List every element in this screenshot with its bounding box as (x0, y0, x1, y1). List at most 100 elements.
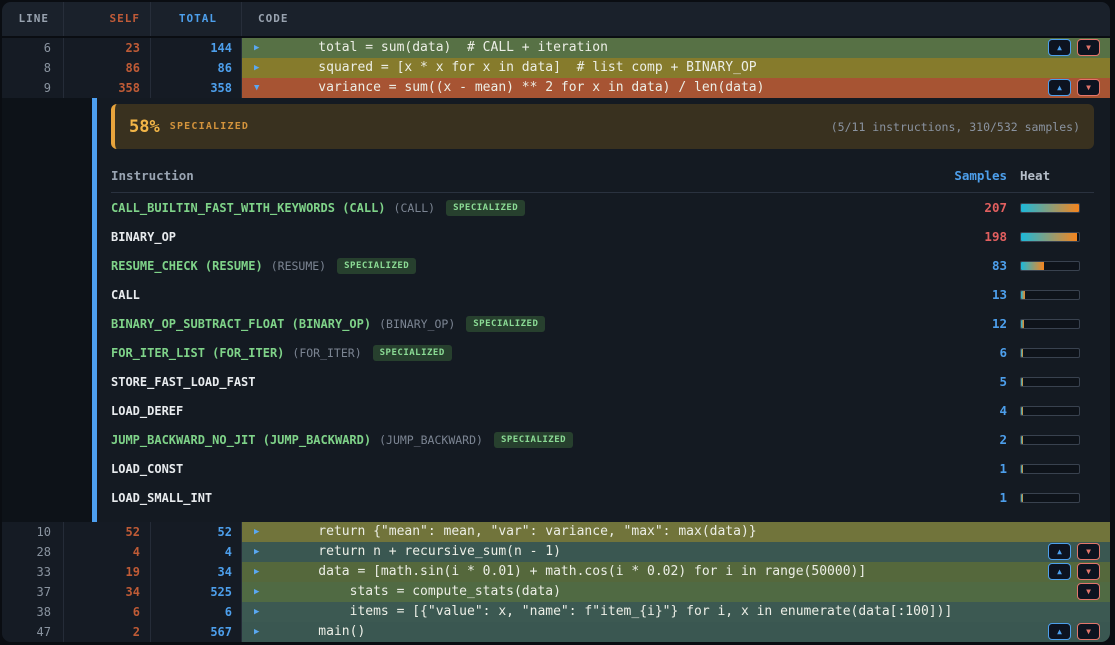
heat-cell (1020, 493, 1094, 503)
header-instruction: Instruction (111, 168, 917, 183)
specialized-badge: SPECIALIZED (494, 432, 573, 448)
samples-count: 12 (917, 316, 1007, 331)
heat-bar (1020, 290, 1080, 300)
instruction-row: LOAD_SMALL_INT1 (111, 483, 1094, 512)
instruction-label: FOR_ITER_LIST (FOR_ITER)(FOR_ITER)SPECIA… (111, 345, 917, 361)
code-cell[interactable]: ▶ stats = compute_stats(data) ▼ (242, 582, 1110, 602)
code-cell[interactable]: ▶ total = sum(data) # CALL + iteration▲▼ (242, 38, 1110, 58)
code-cell[interactable]: ▶ items = [{"value": x, "name": f"item_{… (242, 602, 1110, 622)
samples-count: 83 (917, 258, 1007, 273)
expander-collapsed-icon[interactable]: ▶ (254, 542, 259, 562)
instruction-row: FOR_ITER_LIST (FOR_ITER)(FOR_ITER)SPECIA… (111, 338, 1094, 367)
expander-collapsed-icon[interactable]: ▶ (254, 582, 259, 602)
total-samples: 567 (151, 622, 242, 642)
code-text: stats = compute_stats(data) (287, 582, 561, 602)
total-samples: 86 (151, 58, 242, 78)
expander-collapsed-icon[interactable]: ▶ (254, 602, 259, 622)
heat-cell (1020, 203, 1094, 213)
specialization-summary: 58% SPECIALIZED (5/11 instructions, 310/… (111, 104, 1094, 149)
expanded-line-panel: 58% SPECIALIZED (5/11 instructions, 310/… (2, 98, 1110, 522)
samples-count: 4 (917, 403, 1007, 418)
instruction-label: RESUME_CHECK (RESUME)(RESUME)SPECIALIZED (111, 258, 917, 274)
heat-cell (1020, 232, 1094, 242)
instruction-base-name: (JUMP_BACKWARD) (379, 433, 483, 447)
instruction-name: LOAD_DEREF (111, 404, 183, 418)
instruction-name: BINARY_OP_SUBTRACT_FLOAT (BINARY_OP) (111, 317, 371, 331)
instruction-label: LOAD_DEREF (111, 404, 917, 418)
samples-count: 6 (917, 345, 1007, 360)
line-number: 28 (2, 542, 64, 562)
move-up-button[interactable]: ▲ (1048, 563, 1071, 580)
code-text: squared = [x * x for x in data] # list c… (287, 58, 757, 78)
instruction-name: LOAD_CONST (111, 462, 183, 476)
heat-bar (1020, 377, 1080, 387)
move-down-button[interactable]: ▼ (1077, 543, 1100, 560)
header-samples: Samples (917, 168, 1007, 183)
heat-bar-fill (1021, 320, 1024, 328)
code-text: return n + recursive_sum(n - 1) (287, 542, 561, 562)
expander-collapsed-icon[interactable]: ▶ (254, 58, 259, 78)
code-line-row: 3734525▶ stats = compute_stats(data)▼ (2, 582, 1110, 602)
move-up-button[interactable]: ▲ (1048, 79, 1071, 96)
total-samples: 4 (151, 542, 242, 562)
code-line-row: 9358358▼ variance = sum((x - mean) ** 2 … (2, 78, 1110, 98)
instruction-row: CALL13 (111, 280, 1094, 309)
heat-bar-fill (1021, 494, 1023, 502)
instruction-rows: CALL_BUILTIN_FAST_WITH_KEYWORDS (CALL)(C… (111, 193, 1094, 512)
total-samples: 358 (151, 78, 242, 98)
line-number: 33 (2, 562, 64, 582)
self-samples: 358 (64, 78, 151, 98)
column-header-code: CODE (242, 2, 1110, 36)
expander-collapsed-icon[interactable]: ▶ (254, 562, 259, 582)
self-samples: 34 (64, 582, 151, 602)
specialized-badge: SPECIALIZED (337, 258, 416, 274)
heat-bar (1020, 261, 1080, 271)
instruction-name: STORE_FAST_LOAD_FAST (111, 375, 256, 389)
self-samples: 19 (64, 562, 151, 582)
instruction-row: JUMP_BACKWARD_NO_JIT (JUMP_BACKWARD) (JUM… (111, 425, 1094, 454)
table-header-row: LINE SELF TOTAL CODE (2, 2, 1110, 38)
samples-count: 1 (917, 461, 1007, 476)
move-down-button[interactable]: ▼ (1077, 79, 1100, 96)
code-cell[interactable]: ▶ return {"mean": mean, "var": variance,… (242, 522, 1110, 542)
move-up-button[interactable]: ▲ (1048, 623, 1071, 640)
instruction-name: JUMP_BACKWARD_NO_JIT (JUMP_BACKWARD) (111, 433, 371, 447)
expander-collapsed-icon[interactable]: ▶ (254, 622, 259, 642)
move-up-button[interactable]: ▲ (1048, 543, 1071, 560)
line-number: 9 (2, 78, 64, 98)
heat-bar-fill (1021, 407, 1023, 415)
row-buttons: ▲▼ (1048, 563, 1100, 580)
code-cell[interactable]: ▶ squared = [x * x for x in data] # list… (242, 58, 1110, 78)
specialized-badge: SPECIALIZED (466, 316, 545, 332)
specialized-percent: 58% (129, 117, 160, 137)
code-line-row: 105252▶ return {"mean": mean, "var": var… (2, 522, 1110, 542)
instruction-label: CALL (111, 288, 917, 302)
code-cell[interactable]: ▶ data = [math.sin(i * 0.01) + math.cos(… (242, 562, 1110, 582)
expander-expanded-icon[interactable]: ▼ (254, 78, 259, 98)
row-buttons: ▼ (1077, 583, 1100, 600)
code-text: return {"mean": mean, "var": variance, "… (287, 522, 757, 542)
instruction-label: BINARY_OP (111, 230, 917, 244)
expander-collapsed-icon[interactable]: ▶ (254, 522, 259, 542)
code-cell[interactable]: ▼ variance = sum((x - mean) ** 2 for x i… (242, 78, 1110, 98)
code-cell[interactable]: ▶ main()▲▼ (242, 622, 1110, 642)
code-line-row: 472567▶ main()▲▼ (2, 622, 1110, 642)
move-down-button[interactable]: ▼ (1077, 39, 1100, 56)
expander-collapsed-icon[interactable]: ▶ (254, 38, 259, 58)
heat-bar-fill (1021, 378, 1023, 386)
move-up-button[interactable]: ▲ (1048, 39, 1071, 56)
column-header-self: SELF (64, 2, 151, 36)
code-cell[interactable]: ▶ return n + recursive_sum(n - 1) ▲ ▼ (242, 542, 1110, 562)
move-down-button[interactable]: ▼ (1077, 563, 1100, 580)
line-number: 38 (2, 602, 64, 622)
move-down-button[interactable]: ▼ (1077, 583, 1100, 600)
move-down-button[interactable]: ▼ (1077, 623, 1100, 640)
self-samples: 23 (64, 38, 151, 58)
self-samples: 2 (64, 622, 151, 642)
specialized-label: SPECIALIZED (170, 121, 249, 132)
heat-bar (1020, 203, 1080, 213)
line-number: 47 (2, 622, 64, 642)
code-text: items = [{"value": x, "name": f"item_{i}… (287, 602, 952, 622)
heat-cell (1020, 377, 1094, 387)
total-samples: 144 (151, 38, 242, 58)
